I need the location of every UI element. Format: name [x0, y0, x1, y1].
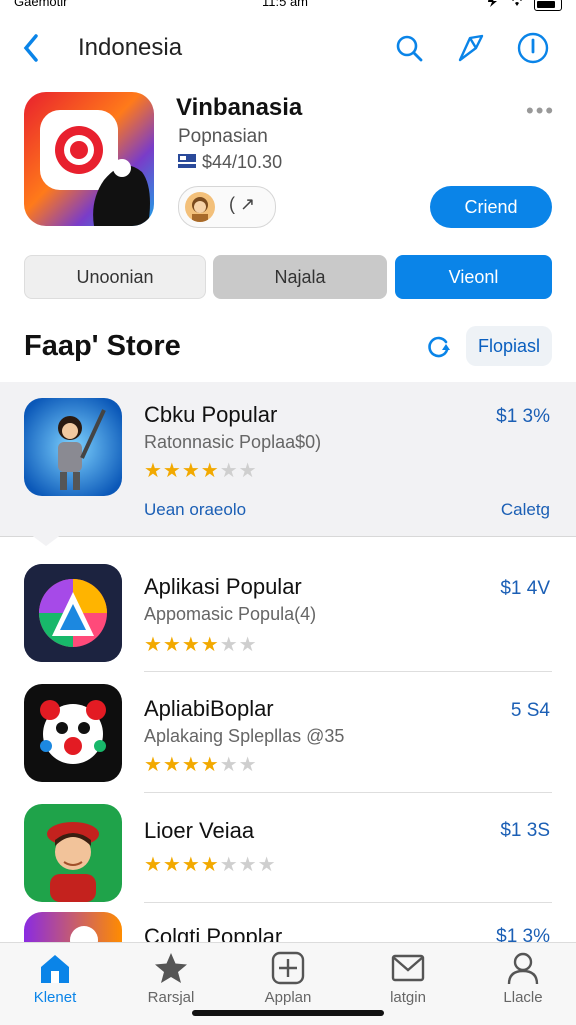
- apps-icon: [243, 951, 333, 985]
- segment-3[interactable]: Vieonl: [395, 255, 552, 299]
- app-title: Vinbanasia: [176, 94, 303, 121]
- clock: 11:5 am: [262, 0, 309, 9]
- page-title: Indonesia: [78, 34, 183, 61]
- row-divider: [144, 902, 552, 903]
- app-3-price: $1 3S: [500, 820, 550, 841]
- battery-icon: [534, 0, 562, 11]
- section-title: Faap' Store: [24, 330, 181, 362]
- app-icon-avatar-woman[interactable]: [24, 804, 122, 902]
- segment-1[interactable]: Unoonian: [24, 255, 206, 299]
- flag-icon: [178, 152, 196, 173]
- mail-icon: [363, 951, 453, 985]
- featured-app-title: Cbku Popular: [144, 402, 278, 427]
- app-icon-panda[interactable]: [24, 684, 122, 782]
- reviewer-pill-label: ( ↗: [229, 194, 256, 214]
- app-icon-hero-character: [24, 398, 122, 496]
- featured-link-right[interactable]: Caletg: [501, 500, 550, 520]
- featured-app-card[interactable]: Cbku Popular Ratonnasic Poplaa$0) ★★★★★★…: [0, 382, 576, 537]
- refresh-icon[interactable]: [424, 332, 454, 362]
- app-icon-triangle[interactable]: [24, 564, 122, 662]
- app-3-title[interactable]: Lioer Veiaa: [144, 818, 254, 844]
- tab-ratings[interactable]: Rarsjal: [126, 951, 216, 1006]
- segment-2[interactable]: Najala: [213, 255, 387, 299]
- home-indicator: [192, 1010, 384, 1016]
- nav-bar: Indonesia: [0, 26, 576, 70]
- home-icon: [10, 951, 100, 985]
- status-icons: [486, 0, 562, 11]
- tab-apps[interactable]: Applan: [243, 951, 333, 1006]
- tab-account-label: Llacle: [503, 989, 543, 1006]
- status-bar: Gaemotir 11:5 am: [0, 0, 576, 18]
- share-icon[interactable]: [454, 30, 488, 66]
- info-icon[interactable]: [516, 30, 550, 66]
- rating-stars: ★★★★★★: [144, 460, 258, 482]
- tab-account[interactable]: Llacle: [478, 951, 568, 1006]
- tab-home[interactable]: Klenet: [10, 951, 100, 1006]
- section-filter-button[interactable]: Flopiasl: [466, 326, 552, 366]
- search-icon[interactable]: [392, 30, 426, 66]
- app-1-price: $1 4V: [500, 578, 550, 599]
- app-2-subtitle: Aplakaing Splepllas @35: [144, 726, 345, 746]
- reviewer-pill[interactable]: ( ↗: [178, 186, 276, 228]
- app-2-title[interactable]: ApliabiBoplar: [144, 696, 274, 722]
- more-options-icon[interactable]: •••: [526, 98, 555, 124]
- featured-app-subtitle: Ratonnasic Poplaa$0): [144, 432, 322, 452]
- app-price: $44/10.30: [202, 152, 283, 172]
- wifi-icon: [510, 0, 524, 11]
- tab-mail-label: latgin: [390, 989, 426, 1006]
- app-1-rating-stars: ★★★★★★: [144, 634, 258, 656]
- tab-ratings-label: Rarsjal: [147, 989, 195, 1006]
- featured-link-left[interactable]: Uean oraeolo: [144, 500, 246, 520]
- app-3-rating-stars: ★★★★★★★: [144, 854, 277, 876]
- back-chevron-icon[interactable]: [18, 30, 46, 66]
- star-icon: [126, 951, 216, 985]
- app-icon-partial[interactable]: [24, 912, 122, 942]
- app-2-rating-stars: ★★★★★★: [144, 754, 258, 776]
- row-divider: [144, 671, 552, 672]
- person-icon: [478, 951, 568, 985]
- get-button[interactable]: Criend: [430, 186, 552, 228]
- featured-app-price: $1 3%: [496, 406, 550, 427]
- avatar: [185, 192, 215, 222]
- tab-home-label: Klenet: [33, 989, 77, 1006]
- app-1-subtitle: Appomasic Popula(4): [144, 604, 317, 624]
- tab-mail[interactable]: latgin: [363, 951, 453, 1006]
- carrier-label: Gaemotir: [14, 0, 68, 9]
- tab-apps-label: Applan: [264, 989, 312, 1006]
- price-row: $44/10.30: [178, 152, 282, 173]
- signal-icon: [486, 0, 500, 11]
- callout-pointer: [30, 534, 62, 546]
- app-2-price: 5 S4: [510, 700, 550, 721]
- app-subtitle: Popnasian: [178, 126, 268, 147]
- app-icon-camera[interactable]: [24, 92, 154, 226]
- row-divider: [144, 792, 552, 793]
- app-1-title[interactable]: Aplikasi Popular: [144, 574, 302, 600]
